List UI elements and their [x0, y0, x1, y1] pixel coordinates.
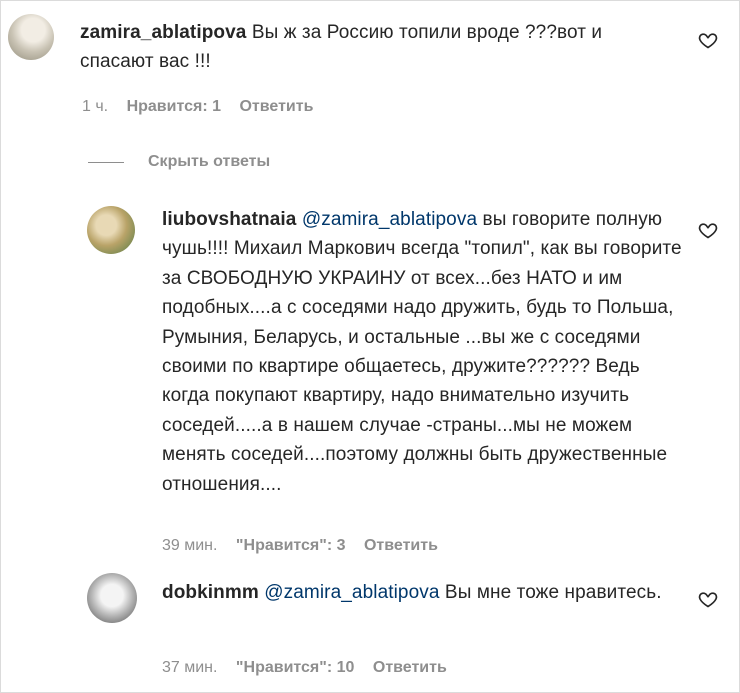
comment-body: Вы мне тоже нравитесь.	[439, 582, 662, 603]
avatar[interactable]	[87, 206, 135, 254]
reply-button[interactable]: Ответить	[239, 98, 313, 116]
comment-username[interactable]: zamira_ablatipova	[80, 22, 246, 43]
heart-icon[interactable]	[698, 589, 718, 609]
avatar[interactable]	[87, 573, 137, 623]
hide-replies-label: Скрыть ответы	[148, 153, 271, 170]
reply-button[interactable]: Ответить	[373, 659, 447, 677]
comment-likes[interactable]: "Нравится": 10	[236, 659, 355, 677]
comment-time[interactable]: 39 мин.	[162, 537, 217, 555]
comment-text: dobkinmm @zamira_ablatipova Вы мне тоже …	[162, 578, 682, 607]
comment-meta: 39 мин. "Нравится": 3 Ответить	[162, 537, 438, 555]
comment-body: вы говорите полную чушь!!!! Михаил Марко…	[162, 209, 682, 495]
comment-username[interactable]: liubovshatnaia	[162, 209, 296, 230]
heart-icon[interactable]	[698, 220, 718, 240]
comment-meta: 37 мин. "Нравится": 10 Ответить	[162, 659, 447, 677]
comment-likes[interactable]: "Нравится": 3	[236, 537, 346, 555]
comment-username[interactable]: dobkinmm	[162, 582, 259, 603]
comment-time[interactable]: 1 ч.	[82, 98, 108, 116]
hide-replies-button[interactable]: Скрыть ответы	[88, 151, 270, 173]
avatar[interactable]	[8, 14, 54, 60]
comment-meta: 1 ч. Нравится: 1 Ответить	[82, 98, 313, 116]
comment-text: zamira_ablatipova Вы ж за Россию топили …	[80, 18, 680, 77]
comment-text: liubovshatnaia @zamira_ablatipova вы гов…	[162, 205, 682, 499]
mention-link[interactable]: @zamira_ablatipova	[264, 582, 439, 603]
comment-time[interactable]: 37 мин.	[162, 659, 217, 677]
divider	[88, 161, 124, 163]
heart-icon[interactable]	[698, 30, 718, 50]
mention-link[interactable]: @zamira_ablatipova	[302, 209, 477, 230]
reply-button[interactable]: Ответить	[364, 537, 438, 555]
comment-likes[interactable]: Нравится: 1	[127, 98, 221, 116]
